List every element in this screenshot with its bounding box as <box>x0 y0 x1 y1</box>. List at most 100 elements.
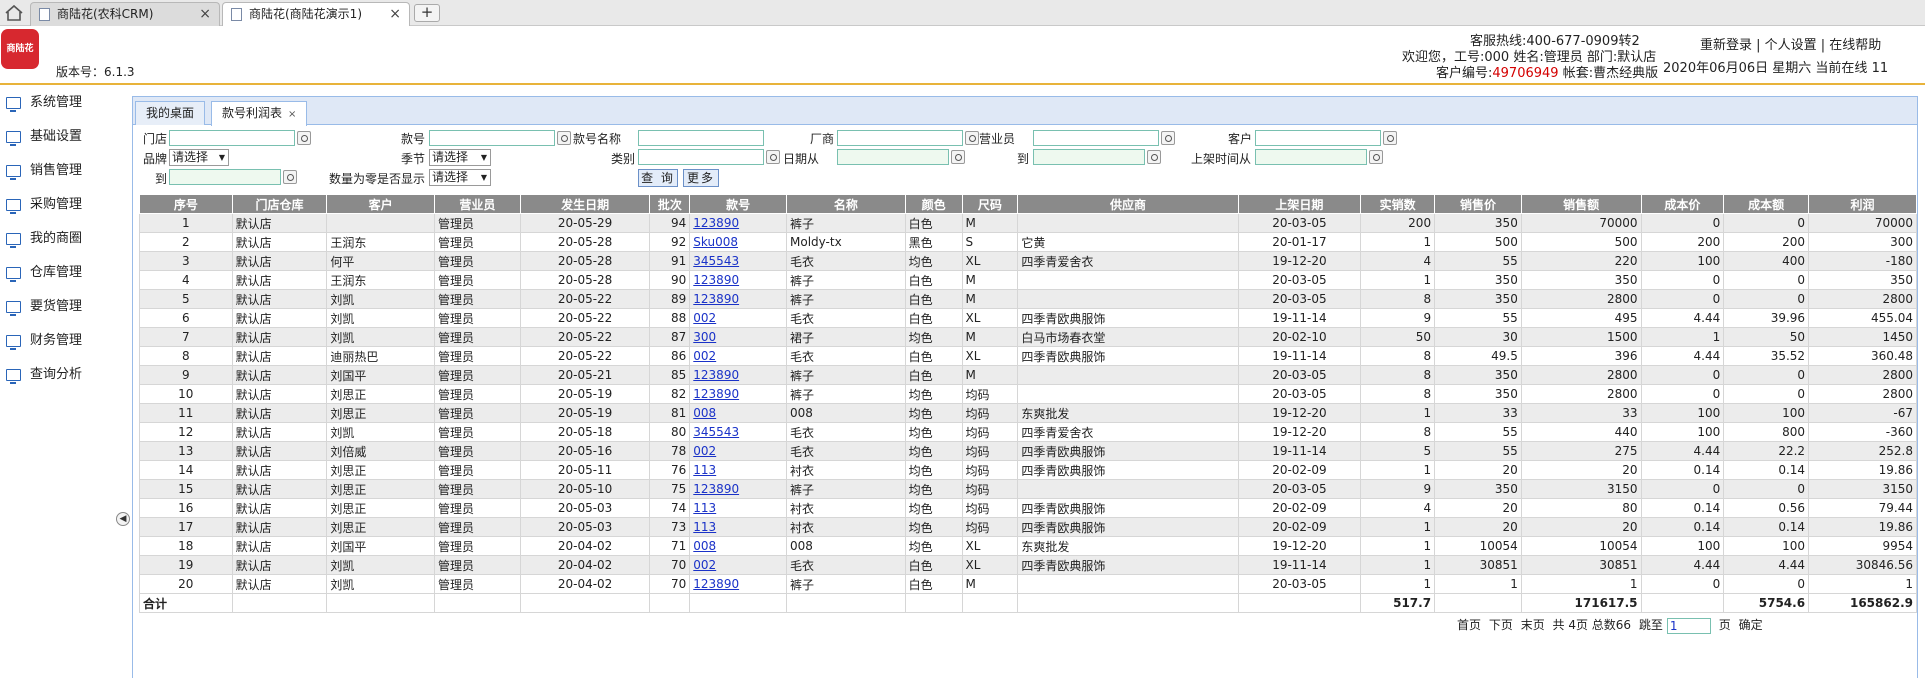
item-no-link[interactable]: 123890 <box>693 273 739 287</box>
category-input[interactable] <box>638 149 764 165</box>
column-header[interactable]: 客户 <box>326 194 436 214</box>
close-icon[interactable]: × <box>199 3 211 25</box>
calendar-icon[interactable] <box>1369 150 1383 164</box>
item-no-link[interactable]: 113 <box>693 520 716 534</box>
table-row[interactable]: 16 默认店 刘思正 管理员 20-05-03 74 113 衬衣 均色 均码 四季青欧典服饰 20-… <box>139 498 1917 518</box>
item-no-input[interactable] <box>429 130 555 146</box>
date-to-input[interactable] <box>1033 149 1145 165</box>
column-header[interactable]: 成本价 <box>1640 194 1725 214</box>
table-row[interactable]: 3 默认店 何平 管理员 20-05-28 91 345543 毛衣 均色 XL 四季青爱舍衣 19-… <box>139 251 1917 271</box>
salesperson-input[interactable] <box>1033 130 1159 146</box>
table-row[interactable]: 12 默认店 刘凯 管理员 20-05-18 80 345543 毛衣 均色 均码 四季青爱舍衣 19… <box>139 422 1917 442</box>
sidebar-item-analysis[interactable]: 查询分析 <box>0 364 118 398</box>
column-header[interactable]: 门店仓库 <box>231 194 328 214</box>
table-row[interactable]: 18 默认店 刘国平 管理员 20-04-02 71 008 008 均色 XL 东爽批发 19-12… <box>139 536 1917 556</box>
column-header[interactable]: 款号 <box>689 194 788 214</box>
table-row[interactable]: 10 默认店 刘思正 管理员 20-05-19 82 123890 裤子 均色 均码 20-03-0… <box>139 384 1917 404</box>
item-no-link[interactable]: 345543 <box>693 254 739 268</box>
table-row[interactable]: 20 默认店 刘凯 管理员 20-04-02 70 123890 裤子 白色 M 20-03-05 1… <box>139 574 1917 594</box>
item-no-link[interactable]: 113 <box>693 501 716 515</box>
column-header[interactable]: 名称 <box>786 194 906 214</box>
browser-tab-demo[interactable]: 商陆花(商陆花演示1) × <box>222 2 410 26</box>
table-row[interactable]: 8 默认店 迪丽热巴 管理员 20-05-22 86 002 毛衣 白色 XL 四季青欧典服饰 19-… <box>139 346 1917 366</box>
item-no-link[interactable]: 008 <box>693 539 716 553</box>
more-button[interactable]: 更多 <box>683 169 719 187</box>
item-no-link[interactable]: 123890 <box>693 292 739 306</box>
item-no-link[interactable]: 123890 <box>693 482 739 496</box>
item-no-link[interactable]: 123890 <box>693 577 739 591</box>
calendar-icon[interactable] <box>951 150 965 164</box>
item-no-link[interactable]: 002 <box>693 444 716 458</box>
table-row[interactable]: 14 默认店 刘思正 管理员 20-05-11 76 113 衬衣 均色 均码 四季青欧典服饰 20-… <box>139 460 1917 480</box>
table-row[interactable]: 15 默认店 刘思正 管理员 20-05-10 75 123890 裤子 均色 均码 20-03-0… <box>139 479 1917 499</box>
collapse-sidebar-button[interactable]: ◀ <box>116 512 130 526</box>
item-no-link[interactable]: 345543 <box>693 425 739 439</box>
last-page-link[interactable]: 末页 <box>1521 618 1545 632</box>
table-row[interactable]: 4 默认店 王润东 管理员 20-05-28 90 123890 裤子 白色 M 20-03-05 1… <box>139 270 1917 290</box>
column-header[interactable]: 成本额 <box>1723 194 1810 214</box>
column-header[interactable]: 供应商 <box>1017 194 1239 214</box>
store-input[interactable] <box>169 130 295 146</box>
column-header[interactable]: 发生日期 <box>519 194 651 214</box>
table-row[interactable]: 9 默认店 刘国平 管理员 20-05-21 85 123890 裤子 白色 M 20-03-05 8… <box>139 365 1917 385</box>
item-no-link[interactable]: 113 <box>693 463 716 477</box>
table-row[interactable]: 6 默认店 刘凯 管理员 20-05-22 88 002 毛衣 白色 XL 四季青欧典服饰 19-11… <box>139 308 1917 328</box>
listing-to-input[interactable] <box>169 169 281 185</box>
vendor-input[interactable] <box>837 130 963 146</box>
item-no-link[interactable]: 002 <box>693 349 716 363</box>
next-page-link[interactable]: 下页 <box>1489 618 1513 632</box>
header-links[interactable]: 重新登录 | 个人设置 | 在线帮助 <box>1700 34 1881 53</box>
sidebar-item-purchase[interactable]: 采购管理 <box>0 194 118 228</box>
column-header[interactable]: 上架日期 <box>1237 194 1362 214</box>
sidebar-item-finance[interactable]: 财务管理 <box>0 330 118 364</box>
sidebar-item-system[interactable]: 系统管理 <box>0 92 118 126</box>
home-icon[interactable] <box>4 4 24 22</box>
column-header[interactable]: 实销数 <box>1360 194 1436 214</box>
column-header[interactable]: 序号 <box>139 194 233 214</box>
sidebar-item-requisition[interactable]: 要货管理 <box>0 296 118 330</box>
table-row[interactable]: 19 默认店 刘凯 管理员 20-04-02 70 002 毛衣 白色 XL 四季青欧典服饰 19-1… <box>139 555 1917 575</box>
season-select[interactable]: 请选择 ▼ <box>429 149 491 166</box>
search-icon[interactable] <box>1161 131 1175 145</box>
first-page-link[interactable]: 首页 <box>1457 618 1481 632</box>
column-header[interactable]: 利润 <box>1808 194 1917 214</box>
table-row[interactable]: 2 默认店 王润东 管理员 20-05-28 92 Sku008 Moldy-tx 黑色 S 它黄 2… <box>139 232 1917 252</box>
new-tab-button[interactable]: + <box>414 4 440 22</box>
search-icon[interactable] <box>557 131 571 145</box>
calendar-icon[interactable] <box>1147 150 1161 164</box>
page-number-input[interactable]: 1 <box>1666 617 1711 634</box>
brand-select[interactable]: 请选择 ▼ <box>169 149 229 166</box>
date-from-input[interactable] <box>837 149 949 165</box>
search-icon[interactable] <box>1383 131 1397 145</box>
sidebar-item-sales[interactable]: 销售管理 <box>0 160 118 194</box>
close-icon[interactable]: × <box>389 3 401 25</box>
zero-qty-select[interactable]: 请选择 ▼ <box>429 169 491 186</box>
item-no-link[interactable]: Sku008 <box>693 235 738 249</box>
confirm-page-button[interactable]: 确定 <box>1739 618 1763 632</box>
column-header[interactable]: 批次 <box>649 194 691 214</box>
listing-from-input[interactable] <box>1255 149 1367 165</box>
tab-my-desktop[interactable]: 我的桌面 <box>135 101 206 125</box>
customer-input[interactable] <box>1255 130 1381 146</box>
item-no-link[interactable]: 123890 <box>693 368 739 382</box>
table-row[interactable]: 7 默认店 刘凯 管理员 20-05-22 87 300 裙子 均色 M 白马市场春衣堂 20-02-… <box>139 327 1917 347</box>
search-icon[interactable] <box>965 131 979 145</box>
tab-item-profit[interactable]: 款号利润表 × <box>211 101 308 126</box>
search-icon[interactable] <box>766 150 780 164</box>
item-no-link[interactable]: 123890 <box>693 216 739 230</box>
column-header[interactable]: 尺码 <box>961 194 1019 214</box>
table-row[interactable]: 1 默认店 管理员 20-05-29 94 123890 裤子 白色 M 20-03-05 200 3… <box>139 213 1917 233</box>
column-header[interactable]: 销售价 <box>1434 194 1522 214</box>
item-no-link[interactable]: 002 <box>693 558 716 572</box>
query-button[interactable]: 查 询 <box>638 169 678 187</box>
item-no-link[interactable]: 123890 <box>693 387 739 401</box>
column-header[interactable]: 销售额 <box>1520 194 1642 214</box>
table-row[interactable]: 13 默认店 刘倍威 管理员 20-05-16 78 002 毛衣 均色 均码 四季青欧典服饰 19-… <box>139 441 1917 461</box>
table-row[interactable]: 5 默认店 刘凯 管理员 20-05-22 89 123890 裤子 白色 M 20-03-05 8 3… <box>139 289 1917 309</box>
item-no-link[interactable]: 008 <box>693 406 716 420</box>
calendar-icon[interactable] <box>283 170 297 184</box>
table-row[interactable]: 11 默认店 刘思正 管理员 20-05-19 81 008 008 均色 均码 东爽批发 19-12… <box>139 403 1917 423</box>
close-icon[interactable]: × <box>288 109 296 120</box>
search-icon[interactable] <box>297 131 311 145</box>
item-name-input[interactable] <box>638 130 764 146</box>
